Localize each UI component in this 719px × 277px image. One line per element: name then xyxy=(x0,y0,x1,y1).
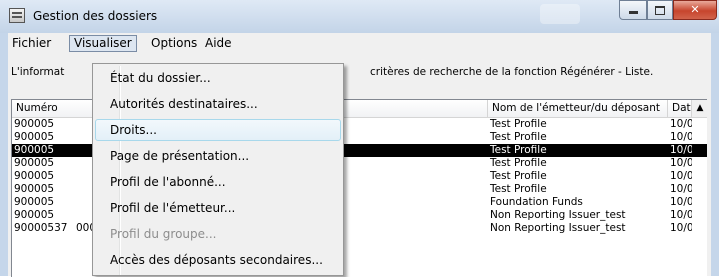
cell-emetteur: Test Profile xyxy=(490,157,547,169)
close-button[interactable]: ✕ xyxy=(673,0,717,20)
cell-emetteur: Test Profile xyxy=(490,170,547,182)
cell-date: 10/09 xyxy=(670,144,692,156)
menu-options[interactable]: Options xyxy=(147,35,201,52)
visualiser-dropdown-menu: État du dossier... Autorités destinataire… xyxy=(92,63,344,276)
menu-item-2[interactable]: Autorités destinataires... xyxy=(95,93,341,115)
cell-date: 10/09 xyxy=(670,196,692,208)
header-emetteur[interactable]: Nom de l'émetteur/du déposant xyxy=(488,100,668,117)
cell-emetteur: Test Profile xyxy=(490,144,547,156)
scroll-up-icon[interactable]: ▲ xyxy=(691,100,707,117)
cell-emetteur: Non Reporting Issuer_test xyxy=(490,209,626,221)
cell-date: 10/09 xyxy=(670,170,692,182)
menu-item-1[interactable]: État du dossier... xyxy=(95,67,341,89)
menu-item-6[interactable]: Profil de l'émetteur... xyxy=(95,197,341,219)
menu-item-8[interactable]: Accès des déposants secondaires... xyxy=(95,249,341,271)
cell-emetteur: Test Profile xyxy=(490,131,547,143)
cell-emetteur: Test Profile xyxy=(490,183,547,195)
menu-bar: Fichier Visualiser Options Aide xyxy=(8,33,711,53)
app-window: Gestion des dossiers ✕ Fichier Visualise… xyxy=(0,0,719,277)
menu-aide[interactable]: Aide xyxy=(201,35,236,52)
menu-item-7: Profil du groupe... xyxy=(110,227,217,241)
cell-emetteur: Non Reporting Issuer_test xyxy=(490,222,626,234)
cell-date: 10/09 xyxy=(670,131,692,143)
cell-date: 10/09 xyxy=(670,118,692,130)
cell-emetteur: Test Profile xyxy=(490,118,547,130)
header-date[interactable]: Date xyxy=(668,100,692,117)
cell-numero: 900005 xyxy=(14,118,55,130)
cell-date: 10/09 xyxy=(670,222,692,234)
window-title: Gestion des dossiers xyxy=(33,9,158,23)
menu-item-5[interactable]: Profil de l'abonné... xyxy=(95,171,341,193)
menu-item-3[interactable]: Droits... xyxy=(95,119,341,141)
cell-numero: 900005 xyxy=(14,183,55,195)
info-text-start: L'informat xyxy=(11,66,65,78)
info-text-end: critères de recherche de la fonction Rég… xyxy=(370,66,654,78)
title-bar[interactable]: Gestion des dossiers ✕ xyxy=(0,0,719,33)
cell-numero: 900005 xyxy=(14,196,55,208)
minimize-button[interactable] xyxy=(619,0,647,20)
menu-item-4[interactable]: Page de présentation... xyxy=(95,145,341,167)
cell-numero: 900005 xyxy=(14,144,55,156)
app-icon xyxy=(9,8,25,23)
cell-emetteur: Foundation Funds xyxy=(490,196,583,208)
menu-fichier[interactable]: Fichier xyxy=(8,35,55,52)
cell-numero: 90000537 xyxy=(14,222,68,234)
maximize-icon xyxy=(655,6,665,15)
cell-numero: 900005 xyxy=(14,209,55,221)
header-numero[interactable]: Numéro xyxy=(12,100,98,117)
close-icon: ✕ xyxy=(690,3,700,16)
cell-date: 10/09 xyxy=(670,183,692,195)
minimize-icon xyxy=(628,11,638,14)
cell-date: 10/09 xyxy=(670,209,692,221)
cell-numero: 900005 xyxy=(14,131,55,143)
titlebar-reflection xyxy=(540,4,580,24)
cell-numero: 900005 xyxy=(14,170,55,182)
maximize-button[interactable] xyxy=(647,0,673,20)
cell-date: 10/09 xyxy=(670,157,692,169)
menu-visualiser[interactable]: Visualiser xyxy=(69,35,137,52)
cell-numero: 900005 xyxy=(14,157,55,169)
